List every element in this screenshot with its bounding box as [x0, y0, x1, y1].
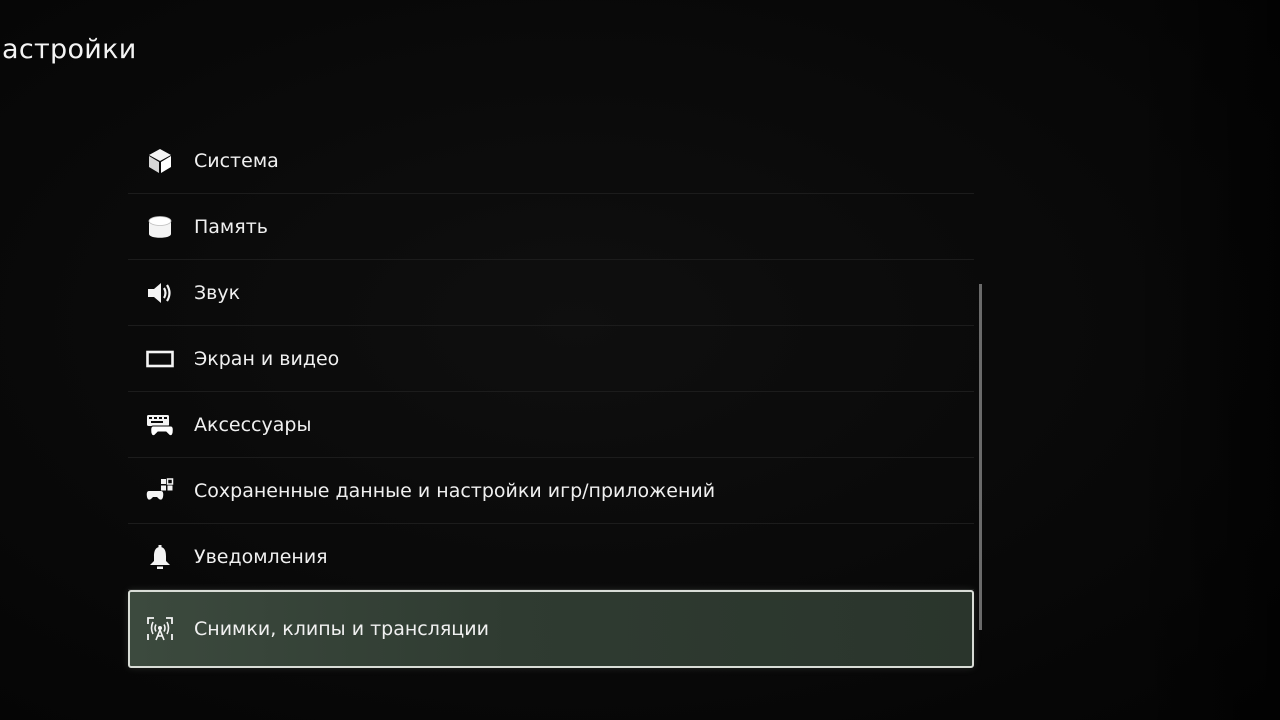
menu-item-sound[interactable]: Звук	[128, 260, 974, 326]
speaker-icon	[146, 279, 174, 307]
settings-menu: Система Память Звук Экран и видео Аксесс…	[128, 128, 974, 668]
menu-item-label: Аксессуары	[194, 413, 312, 436]
gamepad-grid-icon	[146, 477, 174, 505]
menu-item-storage[interactable]: Память	[128, 194, 974, 260]
menu-item-label: Звук	[194, 281, 241, 304]
menu-item-label: Уведомления	[194, 545, 328, 568]
keyboard-gamepad-icon	[146, 411, 174, 439]
menu-item-label: Экран и видео	[194, 347, 340, 370]
page-title: астройки	[2, 34, 137, 65]
menu-item-label: Снимки, клипы и трансляции	[194, 618, 489, 640]
cube-icon	[146, 147, 174, 175]
menu-item-label: Память	[194, 215, 268, 238]
capture-broadcast-icon	[146, 615, 174, 643]
settings-screen: астройки Система Память Звук Экран и вид…	[0, 0, 1280, 720]
menu-item-system[interactable]: Система	[128, 128, 974, 194]
scrollbar-thumb[interactable]	[979, 284, 982, 630]
bell-icon	[146, 543, 174, 571]
menu-item-screen-video[interactable]: Экран и видео	[128, 326, 974, 392]
menu-item-saved-data[interactable]: Сохраненные данные и настройки игр/прило…	[128, 458, 974, 524]
menu-item-label: Сохраненные данные и настройки игр/прило…	[194, 479, 716, 502]
display-icon	[146, 345, 174, 373]
screen-vignette	[1130, 0, 1280, 720]
menu-item-notifications[interactable]: Уведомления	[128, 524, 974, 590]
scrollbar[interactable]	[979, 284, 982, 630]
menu-item-accessories[interactable]: Аксессуары	[128, 392, 974, 458]
storage-cylinder-icon	[146, 213, 174, 241]
menu-item-label: Система	[194, 149, 279, 172]
menu-item-captures-broadcasts[interactable]: Снимки, клипы и трансляции	[128, 590, 974, 668]
